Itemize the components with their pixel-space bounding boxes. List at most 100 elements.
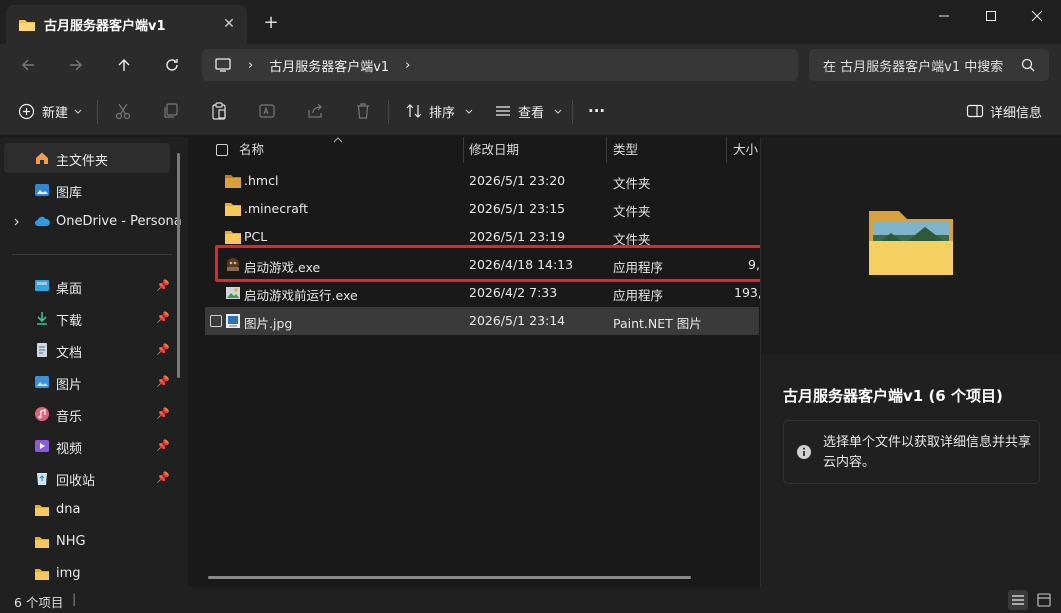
sort-label: 排序: [429, 105, 456, 121]
search-input[interactable]: 在 古月服务器客户端v1 中搜索: [809, 49, 1049, 81]
sidebar-item-desktop[interactable]: 桌面 📌: [4, 271, 170, 301]
up-button[interactable]: [108, 50, 140, 80]
new-button[interactable]: 新建: [18, 99, 83, 123]
file-row[interactable]: 启动游戏.exe 2026/4/18 14:13 应用程序 9,: [205, 251, 760, 279]
sidebar-item-label: img: [56, 566, 81, 581]
file-row[interactable]: 图片.jpg 2026/5/1 23:14 Paint.NET 图片: [205, 307, 759, 335]
folder-icon: [225, 231, 241, 244]
details-view-icon: [1012, 595, 1024, 605]
file-row[interactable]: PCL 2026/5/1 23:19 文件夹: [205, 223, 759, 251]
folder-icon: [225, 175, 241, 188]
pin-icon[interactable]: 📌: [156, 407, 170, 421]
sort-icon: [406, 104, 422, 118]
close-window-button[interactable]: [1014, 0, 1060, 32]
sidebar-item-label: 图片: [56, 378, 83, 393]
sidebar-item-home[interactable]: 主文件夹: [4, 143, 170, 173]
tiles-view-icon: [1037, 593, 1051, 607]
file-list: 名称 修改日期 类型 大小 .hmcl 2026/5/1 23:20 文件夹 .…: [189, 137, 762, 587]
sidebar-item-folder[interactable]: img: [4, 559, 170, 589]
pin-icon[interactable]: 📌: [156, 279, 170, 293]
minimize-button[interactable]: [921, 0, 967, 32]
sidebar-scrollbar[interactable]: [177, 153, 180, 378]
title-bar: 古月服务器客户端v1 ✕ +: [0, 0, 1061, 44]
sidebar-item-label: NHG: [56, 534, 86, 549]
arrow-up-icon: [118, 59, 130, 71]
breadcrumb-expand[interactable]: ›: [405, 58, 410, 73]
search-placeholder: 在 古月服务器客户端v1 中搜索: [823, 59, 1004, 75]
pin-icon[interactable]: 📌: [156, 343, 170, 357]
copy-button[interactable]: [162, 99, 180, 123]
row-checkbox[interactable]: [210, 315, 222, 327]
tab-title: 古月服务器客户端v1: [44, 19, 166, 34]
more-options-button[interactable]: ···: [588, 99, 605, 123]
file-modified: 2026/5/1 23:19: [469, 229, 566, 244]
sidebar-item-label: 视频: [56, 442, 83, 457]
sidebar-item-pictures[interactable]: 图片 📌: [4, 367, 170, 397]
pin-icon[interactable]: 📌: [156, 311, 170, 325]
file-row[interactable]: 启动游戏前运行.exe 2026/4/2 7:33 应用程序 193,: [205, 279, 762, 307]
column-header-modified[interactable]: 修改日期: [469, 137, 519, 163]
details-pane-button[interactable]: 详细信息: [966, 99, 1042, 123]
rename-button[interactable]: [258, 99, 276, 123]
delete-button[interactable]: [354, 99, 372, 123]
column-divider[interactable]: [463, 137, 464, 163]
refresh-button[interactable]: [156, 50, 188, 80]
horizontal-scrollbar[interactable]: [208, 576, 691, 579]
chevron-down-icon: [465, 109, 473, 114]
column-header-name[interactable]: 名称: [239, 137, 264, 163]
share-button[interactable]: [306, 99, 324, 123]
maximize-button[interactable]: [968, 0, 1014, 32]
column-divider[interactable]: [726, 137, 727, 163]
plus-circle-icon: [18, 103, 35, 119]
new-tab-button[interactable]: +: [260, 12, 282, 34]
sidebar-item-folder[interactable]: NHG: [4, 527, 170, 557]
pin-icon[interactable]: 📌: [156, 439, 170, 453]
tab-close-button[interactable]: ✕: [219, 14, 239, 34]
new-label: 新建: [42, 105, 69, 121]
info-icon: [797, 445, 811, 459]
file-row[interactable]: .minecraft 2026/5/1 23:15 文件夹: [205, 195, 759, 223]
forward-button[interactable]: [60, 50, 92, 80]
details-info-text: 选择单个文件以获取详细信息并共享云内容。: [823, 435, 1032, 470]
file-modified: 2026/5/1 23:15: [469, 201, 566, 216]
scissors-icon: [115, 103, 131, 120]
address-bar[interactable]: › 古月服务器客户端v1 ›: [202, 49, 798, 81]
back-button[interactable]: [12, 50, 44, 80]
sidebar-item-videos[interactable]: 视频 📌: [4, 431, 170, 461]
music-icon: [35, 407, 49, 421]
exe-icon: [227, 258, 239, 271]
breadcrumb-separator[interactable]: ›: [248, 58, 253, 73]
pin-icon[interactable]: 📌: [156, 471, 170, 485]
details-view-button[interactable]: [1008, 590, 1028, 610]
cut-button[interactable]: [114, 99, 132, 123]
file-size: 9,: [748, 257, 760, 272]
video-icon: [35, 440, 49, 452]
folder-icon: [19, 19, 35, 31]
sort-button[interactable]: 排序: [405, 99, 474, 123]
sidebar-item-folder[interactable]: dna: [4, 495, 170, 525]
sidebar-item-recycle-bin[interactable]: 回收站 📌: [4, 463, 170, 493]
tiles-view-button[interactable]: [1034, 590, 1054, 610]
select-all-checkbox[interactable]: [216, 144, 228, 156]
file-row[interactable]: .hmcl 2026/5/1 23:20 文件夹: [205, 167, 759, 195]
sidebar-item-onedrive[interactable]: OneDrive - Persona: [4, 207, 182, 237]
sidebar-item-gallery[interactable]: 图库: [4, 175, 170, 205]
paste-button[interactable]: [210, 99, 228, 123]
chevron-right-icon[interactable]: [12, 217, 22, 227]
tab-current[interactable]: 古月服务器客户端v1 ✕: [6, 5, 247, 44]
image-file-icon: [226, 314, 240, 328]
sidebar-item-documents[interactable]: 文档 📌: [4, 335, 170, 365]
pictures-icon: [35, 376, 49, 388]
pin-icon[interactable]: 📌: [156, 375, 170, 389]
view-list-icon: [496, 106, 510, 116]
column-header-size[interactable]: 大小: [733, 137, 758, 163]
preview-area: [761, 137, 1061, 355]
column-header-type[interactable]: 类型: [613, 137, 638, 163]
sidebar-item-music[interactable]: 音乐 📌: [4, 399, 170, 429]
sidebar-item-downloads[interactable]: 下载 📌: [4, 303, 170, 333]
file-type: 文件夹: [613, 232, 651, 247]
file-name: .minecraft: [244, 201, 308, 216]
column-divider[interactable]: [606, 137, 607, 163]
breadcrumb-current[interactable]: 古月服务器客户端v1: [269, 56, 389, 75]
view-button[interactable]: 查看: [494, 99, 563, 123]
